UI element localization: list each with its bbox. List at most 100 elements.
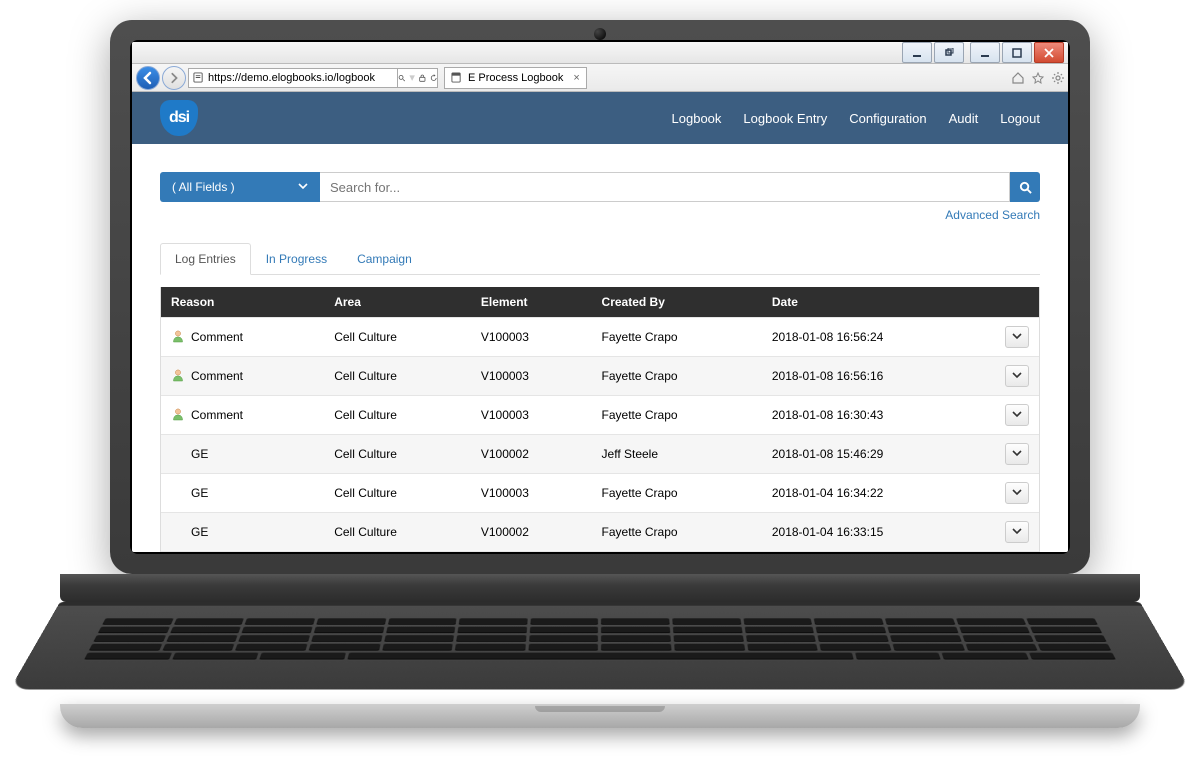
- logo-text: dsi: [169, 109, 189, 127]
- nav-item-logout[interactable]: Logout: [1000, 111, 1040, 126]
- row-expand-button[interactable]: [1005, 443, 1029, 465]
- cell-element: V100003: [471, 396, 592, 435]
- browser-tab-title: E Process Logbook: [468, 72, 563, 84]
- browser-refresh-icon[interactable]: [430, 73, 437, 83]
- nav-item-configuration[interactable]: Configuration: [849, 111, 926, 126]
- cell-element: V100002: [471, 552, 592, 553]
- browser-tab[interactable]: E Process Logbook ×: [444, 67, 587, 89]
- column-header[interactable]: Element: [471, 287, 592, 318]
- window-maximize-button[interactable]: [1002, 42, 1032, 63]
- cell-element: V100003: [471, 474, 592, 513]
- main-content: ( All Fields ) Advanced Search Log Entri…: [132, 144, 1068, 552]
- laptop-frame: https://demo.elogbooks.io/logbook ▾ E Pr…: [60, 20, 1140, 728]
- browser-back-button[interactable]: [136, 66, 160, 90]
- tab-in-progress[interactable]: In Progress: [251, 243, 342, 275]
- reason-text: GE: [191, 525, 208, 539]
- cell-area: Cell Culture: [324, 513, 471, 552]
- window-titlebar: [132, 42, 1068, 64]
- browser-address-bar: https://demo.elogbooks.io/logbook ▾ E Pr…: [132, 64, 1068, 92]
- webcam: [594, 28, 606, 40]
- cell-element: V100002: [471, 513, 592, 552]
- cell-date: 2018-01-04 16:33:15: [762, 513, 995, 552]
- cell-element: V100002: [471, 435, 592, 474]
- browser-url-field[interactable]: https://demo.elogbooks.io/logbook: [188, 68, 398, 88]
- cell-area: Cell Culture: [324, 474, 471, 513]
- search-field-select[interactable]: ( All Fields ): [160, 172, 320, 202]
- column-header[interactable]: Area: [324, 287, 471, 318]
- reason-text: Comment: [191, 408, 243, 422]
- cell-element: V100003: [471, 318, 592, 357]
- log-entries-table: ReasonAreaElementCreated ByDate CommentC…: [160, 287, 1040, 552]
- window-minimize-button[interactable]: [970, 42, 1000, 63]
- chevron-down-icon: [1012, 333, 1022, 341]
- reason-text: Comment: [191, 330, 243, 344]
- chevron-down-icon: [1012, 528, 1022, 536]
- user-comment-icon: [171, 368, 185, 385]
- browser-home-icon[interactable]: [1012, 72, 1024, 84]
- app-header: dsi Logbook Logbook Entry Configuration Aud…: [132, 92, 1068, 144]
- cell-area: Cell Culture: [324, 357, 471, 396]
- search-input[interactable]: [320, 172, 1010, 202]
- table-row[interactable]: CommentCell CultureV100003Fayette Crapo2…: [161, 357, 1039, 396]
- table-row[interactable]: GE Cell CultureV100002Fayette Crapo2018-0…: [161, 513, 1039, 552]
- reason-text: GE: [191, 486, 208, 500]
- chevron-down-icon: [1012, 372, 1022, 380]
- chevron-down-icon: [1012, 489, 1022, 497]
- cell-date: 2018-01-04 16:34:22: [762, 474, 995, 513]
- cell-date: 2018-01-08 16:30:43: [762, 396, 995, 435]
- cell-area: Cell Culture: [324, 318, 471, 357]
- browser-url-controls: ▾: [398, 68, 438, 88]
- table-row[interactable]: CommentCell CultureV100003Fayette Crapo2…: [161, 318, 1039, 357]
- table-row[interactable]: GECell CultureV100002Jeff Steele2018-01-…: [161, 435, 1039, 474]
- browser-forward-button[interactable]: [162, 66, 186, 90]
- table-row[interactable]: CommentCell CultureV100003Fayette Crapo2…: [161, 396, 1039, 435]
- cell-date: 2018-01-08 16:56:16: [762, 357, 995, 396]
- cell-created_by: Fayette Crapo: [592, 357, 762, 396]
- search-bar: ( All Fields ): [160, 172, 1040, 202]
- browser-tools-icon[interactable]: [1052, 72, 1064, 84]
- row-expand-button[interactable]: [1005, 326, 1029, 348]
- search-button[interactable]: [1010, 172, 1040, 202]
- app-logo[interactable]: dsi: [160, 100, 198, 136]
- advanced-search-link[interactable]: Advanced Search: [945, 208, 1040, 222]
- cell-element: V100003: [471, 357, 592, 396]
- cell-created_by: Fayette Crapo: [592, 513, 762, 552]
- window-close-button[interactable]: [1034, 42, 1064, 63]
- chevron-down-icon: [1012, 411, 1022, 419]
- row-expand-button[interactable]: [1005, 521, 1029, 543]
- table-row[interactable]: GE Cell CultureV100003Fayette Crapo2018-0…: [161, 474, 1039, 513]
- cell-created_by: Fayette Crapo: [592, 474, 762, 513]
- cell-area: Cell Culture: [324, 552, 471, 553]
- user-comment-icon: [171, 407, 185, 424]
- column-header[interactable]: Reason: [161, 287, 324, 318]
- content-tabs: Log EntriesIn ProgressCampaign: [160, 242, 1040, 275]
- nav-item-logbook-entry[interactable]: Logbook Entry: [743, 111, 827, 126]
- main-nav: Logbook Logbook Entry Configuration Audit Lo…: [672, 111, 1040, 126]
- window-restore-secondary-button[interactable]: [934, 42, 964, 63]
- cell-area: Cell Culture: [324, 435, 471, 474]
- nav-item-logbook[interactable]: Logbook: [672, 111, 722, 126]
- page-icon: [451, 72, 462, 83]
- row-expand-button[interactable]: [1005, 482, 1029, 504]
- search-icon: [1019, 181, 1032, 194]
- nav-item-audit[interactable]: Audit: [949, 111, 979, 126]
- browser-favorites-icon[interactable]: [1032, 72, 1044, 84]
- column-header[interactable]: Date: [762, 287, 995, 318]
- column-header[interactable]: Created By: [592, 287, 762, 318]
- browser-search-icon[interactable]: [398, 73, 405, 83]
- row-expand-button[interactable]: [1005, 404, 1029, 426]
- user-comment-icon: [171, 329, 185, 346]
- column-header-actions: [995, 287, 1039, 318]
- keyboard: [10, 602, 1191, 690]
- cell-created_by: Jeff Steele: [592, 435, 762, 474]
- browser-tab-close-icon[interactable]: ×: [573, 72, 579, 84]
- browser-url-text: https://demo.elogbooks.io/logbook: [208, 72, 375, 84]
- table-row[interactable]: CommentCell CultureV100002Fayette Crapo2…: [161, 552, 1039, 553]
- tab-campaign[interactable]: Campaign: [342, 243, 427, 275]
- row-expand-button[interactable]: [1005, 365, 1029, 387]
- page-icon: [193, 72, 204, 83]
- window-minimize-secondary-button[interactable]: [902, 42, 932, 63]
- chevron-down-icon: [298, 183, 308, 191]
- tab-log-entries[interactable]: Log Entries: [160, 243, 251, 275]
- cell-created_by: Fayette Crapo: [592, 552, 762, 553]
